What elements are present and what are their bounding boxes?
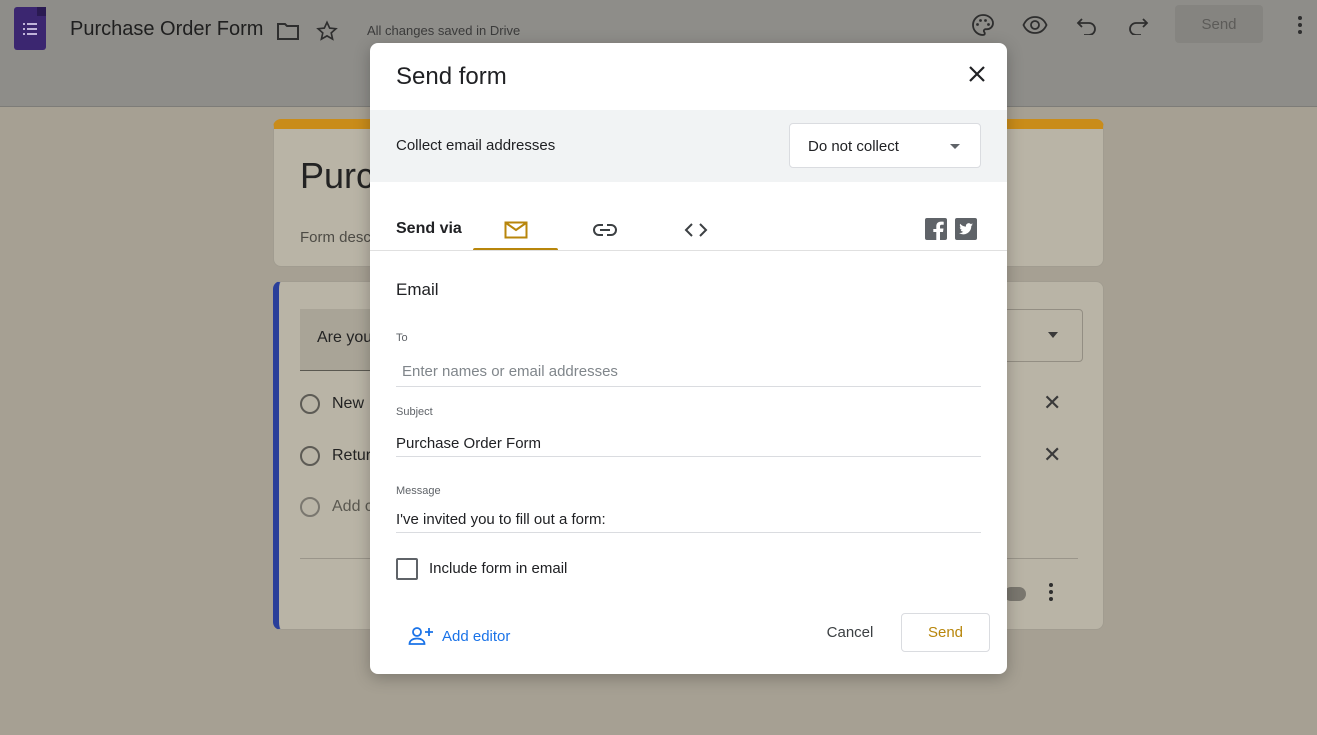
send-via-label: Send via — [396, 220, 462, 237]
remove-option-icon[interactable]: ✕ — [1043, 442, 1061, 468]
to-input[interactable] — [396, 356, 981, 387]
option-radio[interactable] — [300, 394, 320, 414]
subject-input[interactable] — [396, 430, 981, 457]
save-status: All changes saved in Drive — [367, 23, 521, 38]
subject-label: Subject — [396, 406, 433, 418]
option-label[interactable]: New — [332, 395, 364, 413]
include-form-checkbox[interactable] — [396, 558, 418, 580]
facebook-icon[interactable] — [925, 218, 947, 240]
form-description[interactable]: Form desc — [300, 229, 371, 246]
undo-icon[interactable] — [1074, 12, 1100, 38]
person-add-icon — [408, 627, 433, 645]
option-radio[interactable] — [300, 497, 320, 517]
tab-embed[interactable] — [671, 209, 721, 251]
collect-emails-row: Collect email addresses Do not collect — [370, 110, 1007, 182]
folder-icon[interactable] — [276, 19, 300, 43]
link-icon — [593, 224, 617, 236]
send-button-top[interactable]: Send — [1175, 5, 1263, 43]
form-title[interactable]: Purc — [300, 155, 374, 197]
close-icon[interactable] — [964, 61, 990, 87]
question-more-icon[interactable] — [1045, 581, 1057, 603]
preview-eye-icon[interactable] — [1021, 12, 1049, 38]
chevron-down-icon — [950, 144, 960, 149]
add-editor-button[interactable]: Add editor — [408, 623, 510, 649]
message-label: Message — [396, 485, 441, 497]
redo-icon[interactable] — [1125, 12, 1151, 38]
collect-emails-select[interactable]: Do not collect — [789, 123, 981, 168]
mail-icon — [504, 221, 527, 239]
tab-link[interactable] — [580, 209, 630, 251]
dialog-title: Send form — [396, 63, 507, 90]
add-editor-label: Add editor — [442, 627, 511, 645]
palette-icon[interactable] — [970, 12, 996, 38]
collect-emails-value: Do not collect — [808, 138, 899, 155]
option-label[interactable]: Retur — [332, 447, 371, 465]
required-toggle[interactable] — [1004, 587, 1026, 601]
message-input[interactable] — [396, 506, 981, 533]
code-icon — [684, 223, 708, 237]
send-button[interactable]: Send — [901, 613, 990, 652]
document-title[interactable]: Purchase Order Form — [70, 18, 263, 41]
question-title-text: Are you — [317, 329, 373, 346]
to-label: To — [396, 332, 408, 344]
more-vert-icon[interactable] — [1288, 12, 1312, 38]
send-form-dialog: Send form Collect email addresses Do not… — [370, 43, 1007, 674]
remove-option-icon[interactable]: ✕ — [1043, 390, 1061, 416]
collect-emails-label: Collect email addresses — [396, 137, 556, 154]
tabs-divider — [370, 250, 1007, 251]
cancel-button[interactable]: Cancel — [810, 614, 890, 650]
twitter-icon[interactable] — [955, 218, 977, 240]
forms-logo-icon[interactable] — [14, 7, 46, 50]
include-form-label[interactable]: Include form in email — [429, 560, 567, 577]
add-option-label[interactable]: Add c — [332, 498, 373, 516]
question-type-caret-icon — [1048, 332, 1058, 338]
email-section-heading: Email — [396, 280, 439, 299]
tab-email[interactable] — [473, 209, 558, 251]
star-icon[interactable] — [314, 18, 340, 44]
option-radio[interactable] — [300, 446, 320, 466]
